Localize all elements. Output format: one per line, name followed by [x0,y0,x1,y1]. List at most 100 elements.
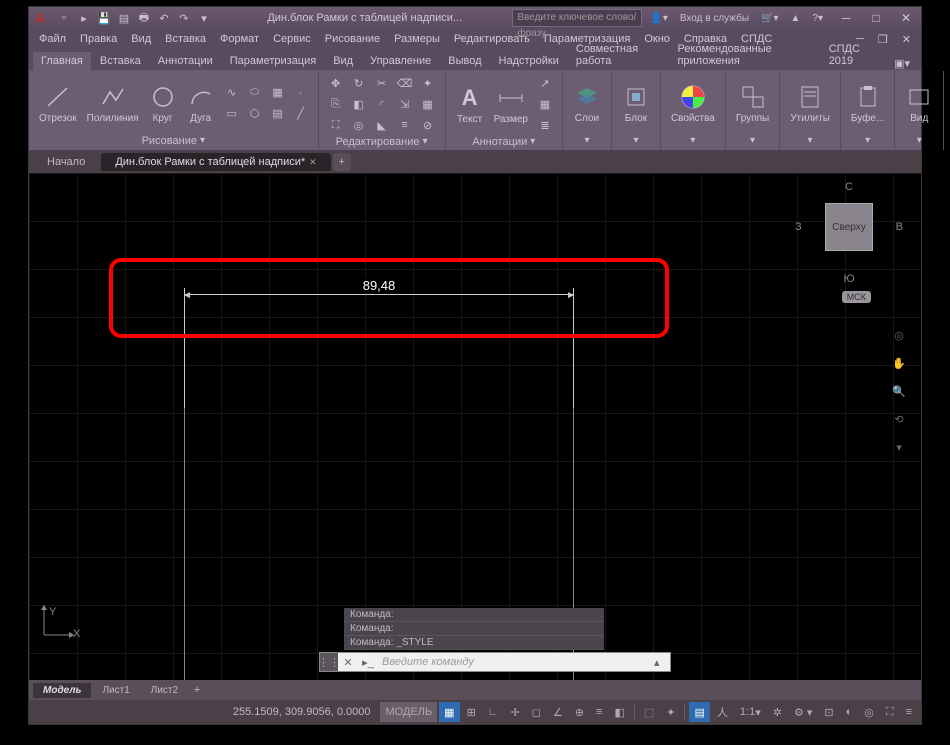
sb-otrack-icon[interactable]: ∠ [548,702,568,722]
viewcube-south[interactable]: Ю [843,273,854,285]
leader-icon[interactable]: ↗ [534,73,556,93]
layout-add-button[interactable]: + [189,682,205,698]
exchange-icon[interactable]: ▲ [787,13,805,24]
layout-tab-sheet1[interactable]: Лист1 [92,683,139,698]
sb-hardware-icon[interactable]: ◐ [841,702,858,722]
offset-icon[interactable]: ◎ [348,115,370,135]
sb-workspace-icon[interactable]: ⚙ ▾ [789,702,817,722]
qat-redo-icon[interactable]: ↷ [175,9,193,27]
sb-scale-button[interactable]: 1:1 ▾ [735,702,766,722]
dimension-button[interactable]: Размер [490,74,532,134]
panel-clip-title[interactable]: ▾ [843,133,892,148]
panel-layers-title[interactable]: ▾ [565,133,609,148]
panel-view-title[interactable]: ▾ [897,133,941,148]
cmd-drag-handle[interactable]: ⋮⋮ [320,653,338,671]
search-input[interactable]: Введите ключевое слово/фразу [512,9,642,27]
region-icon[interactable]: ▤ [267,104,289,124]
rotate-icon[interactable]: ↻ [348,73,370,93]
help-icon[interactable]: ?▾ [808,13,827,24]
viewcube-wcs-badge[interactable]: МСК [842,291,871,303]
sb-polar-icon[interactable]: ✛ [506,702,525,722]
layers-button[interactable]: Слои [569,73,605,133]
sb-lineweight-icon[interactable]: ≡ [591,702,607,722]
dimension-value[interactable]: 89,48 [361,278,398,293]
mirror-icon[interactable]: ◧ [348,94,370,114]
sb-grid-icon[interactable]: ▦ [439,702,459,722]
sb-model-button[interactable]: МОДЕЛЬ [380,702,437,722]
panel-modify-title[interactable]: Редактирование ▾ [321,135,443,148]
move-icon[interactable]: ✥ [325,73,347,93]
close-button[interactable]: ✕ [891,7,921,29]
text-button[interactable]: AТекст [452,74,488,134]
sb-ortho-icon[interactable]: ∟ [483,702,504,722]
ribbon-tab-collab[interactable]: Совместная работа [568,40,669,70]
nav-zoom-icon[interactable]: 🔍 [887,379,911,403]
command-line[interactable]: ⋮⋮ ✕ ▸_ Введите команду ▴ [319,652,671,672]
spline-icon[interactable]: ∿ [221,83,243,103]
panel-block-title[interactable]: ▾ [614,133,658,148]
qat-save-icon[interactable]: 💾 [95,9,113,27]
menu-format[interactable]: Формат [214,31,265,47]
view-button[interactable]: Вид [901,73,937,133]
ribbon-tab-spds[interactable]: СПДС 2019 [821,40,886,70]
layout-tab-sheet2[interactable]: Лист2 [141,683,188,698]
scale-icon[interactable]: ⛶ [325,115,347,135]
block-button[interactable]: Блок [618,73,654,133]
clipboard-button[interactable]: Буфе... [847,73,888,133]
ribbon-tab-insert[interactable]: Вставка [92,52,149,70]
utilities-button[interactable]: Утилиты [786,73,834,133]
panel-annot-title[interactable]: Аннотации ▾ [448,135,560,148]
rectangle-icon[interactable]: ▭ [221,104,243,124]
xline-icon[interactable]: ╱ [290,104,312,124]
fillet-icon[interactable]: ◜ [371,94,393,114]
viewcube-north[interactable]: С [845,181,853,193]
cmd-close-icon[interactable]: ✕ [338,652,358,672]
copy-icon[interactable]: ⎘ [325,94,347,114]
sb-selection-icon[interactable]: ⬚ [639,702,659,722]
sb-osnap-icon[interactable]: ◻ [527,702,546,722]
polygon-icon[interactable]: ⬡ [244,104,266,124]
viewcube-west[interactable]: З [795,221,802,233]
sb-customize-icon[interactable]: ≡ [901,702,917,722]
ribbon-tab-output[interactable]: Вывод [440,52,489,70]
panel-utils-title[interactable]: ▾ [782,133,838,148]
break-icon[interactable]: ⊘ [417,115,439,135]
menu-insert[interactable]: Вставка [159,31,212,47]
doc-tab-start[interactable]: Начало [33,153,99,171]
qat-saveas-icon[interactable]: ▤ [115,9,133,27]
nav-orbit-icon[interactable]: ⟲ [887,407,911,431]
sb-dyninput-icon[interactable]: ⊕ [570,702,589,722]
qat-undo-icon[interactable]: ↶ [155,9,173,27]
sb-monitor-icon[interactable]: ⊡ [819,702,838,722]
array-icon[interactable]: ▦ [417,94,439,114]
cart-icon[interactable]: 🛒▾ [757,13,782,24]
coordinates-display[interactable]: 255.1509, 309.9056, 0.0000 [225,706,379,718]
drawing-canvas[interactable]: ◄ ► 89,48 Y X С Ю В З Сверху МСК ◎ ✋ 🔍 ⟲… [29,173,921,680]
ribbon-tab-manage[interactable]: Управление [362,52,439,70]
menu-edit[interactable]: Правка [74,31,123,47]
qat-more-icon[interactable]: ▾ [195,9,213,27]
circle-button[interactable]: Круг [145,73,181,133]
line-button[interactable]: Отрезок [35,73,81,133]
doc-tab-active[interactable]: Дин.блок Рамки с таблицей надписи*✕ [101,153,330,171]
sb-isolate-icon[interactable]: ◎ [859,702,879,722]
ribbon-tab-parametric[interactable]: Параметризация [222,52,324,70]
minimize-button[interactable]: ─ [831,7,861,29]
doc-tab-add-button[interactable]: + [333,153,351,171]
ellipse-icon[interactable]: ⬭ [244,83,266,103]
menu-tools[interactable]: Сервис [267,31,317,47]
menu-dimension[interactable]: Размеры [388,31,446,47]
panel-props-title[interactable]: ▾ [663,133,723,148]
groups-button[interactable]: Группы [732,73,773,133]
nav-show-icon[interactable]: ▾ [887,435,911,459]
signin-icon[interactable]: 👤▾ [646,13,671,24]
ribbon-tab-featured[interactable]: Рекомендованные приложения [669,40,819,70]
ribbon-tab-home[interactable]: Главная [33,52,91,70]
polyline-button[interactable]: Полилиния [83,73,143,133]
arc-button[interactable]: Дуга [183,73,219,133]
signin-link[interactable]: Вход в службы [676,13,753,24]
ribbon-tab-addins[interactable]: Надстройки [491,52,567,70]
menu-draw[interactable]: Рисование [319,31,386,47]
qat-plot-icon[interactable]: 🖶 [135,9,153,27]
ribbon-tab-annotate[interactable]: Аннотации [150,52,221,70]
